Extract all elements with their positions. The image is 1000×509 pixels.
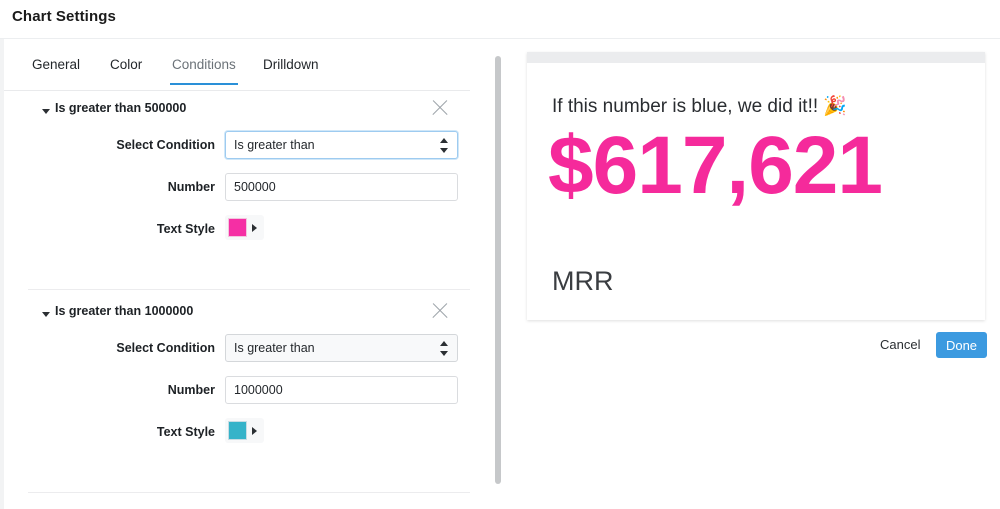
number-label: Number bbox=[167, 383, 215, 397]
select-condition-dropdown[interactable]: Is greater than bbox=[225, 334, 458, 362]
kpi-value: $617,621 bbox=[548, 120, 883, 211]
number-input[interactable] bbox=[225, 376, 458, 404]
condition-block: Is greater than 500000 Select Condition … bbox=[4, 97, 470, 257]
done-button[interactable]: Done bbox=[936, 332, 987, 358]
chevron-updown-icon bbox=[440, 341, 449, 357]
chart-settings-dialog: Chart Settings General Color Conditions … bbox=[0, 0, 1000, 509]
number-input[interactable] bbox=[225, 173, 458, 201]
tab-color[interactable]: Color bbox=[108, 57, 144, 83]
preview-card-titlebar bbox=[527, 52, 985, 63]
divider bbox=[28, 289, 470, 290]
text-style-row: Text Style bbox=[4, 215, 470, 257]
dialog-header: Chart Settings bbox=[0, 0, 1000, 39]
text-style-row: Text Style bbox=[4, 418, 470, 460]
select-condition-value: Is greater than bbox=[234, 341, 315, 355]
tab-general[interactable]: General bbox=[30, 57, 82, 83]
select-condition-dropdown[interactable]: Is greater than bbox=[225, 131, 458, 159]
chart-preview-card: If this number is blue, we did it!! 🎉 $6… bbox=[527, 52, 985, 320]
chevron-right-icon bbox=[252, 427, 257, 435]
tab-conditions[interactable]: Conditions bbox=[170, 57, 238, 85]
text-style-label: Text Style bbox=[156, 222, 215, 236]
chevron-down-icon[interactable] bbox=[42, 312, 50, 317]
text-style-color-picker[interactable] bbox=[225, 215, 264, 240]
color-swatch bbox=[228, 421, 247, 440]
select-condition-row: Select Condition Is greater than bbox=[4, 131, 470, 173]
settings-tabs: General Color Conditions Drilldown bbox=[4, 57, 470, 91]
cancel-button[interactable]: Cancel bbox=[880, 337, 920, 352]
chevron-updown-icon bbox=[440, 138, 449, 154]
select-condition-row: Select Condition Is greater than bbox=[4, 334, 470, 376]
close-icon[interactable] bbox=[429, 97, 451, 119]
condition-block: Is greater than 1000000 Select Condition… bbox=[4, 300, 470, 460]
preview-card-body: If this number is blue, we did it!! 🎉 $6… bbox=[527, 63, 985, 320]
select-condition-label: Select Condition bbox=[116, 138, 215, 152]
select-condition-value: Is greater than bbox=[234, 138, 315, 152]
settings-panel: General Color Conditions Drilldown Is gr… bbox=[4, 39, 491, 509]
divider bbox=[28, 492, 470, 493]
close-icon[interactable] bbox=[429, 300, 451, 322]
settings-scrollbar-thumb[interactable] bbox=[495, 56, 501, 484]
chevron-down-icon[interactable] bbox=[42, 109, 50, 114]
condition-header[interactable]: Is greater than 500000 bbox=[4, 97, 470, 131]
text-style-label: Text Style bbox=[156, 425, 215, 439]
color-swatch bbox=[228, 218, 247, 237]
kpi-label: MRR bbox=[552, 266, 614, 296]
condition-title[interactable]: Is greater than 1000000 bbox=[55, 304, 193, 318]
condition-header[interactable]: Is greater than 1000000 bbox=[4, 300, 470, 334]
select-condition-label: Select Condition bbox=[116, 341, 215, 355]
chevron-right-icon bbox=[252, 224, 257, 232]
condition-title[interactable]: Is greater than 500000 bbox=[55, 101, 186, 115]
number-row: Number bbox=[4, 173, 470, 215]
page-title: Chart Settings bbox=[12, 8, 116, 25]
text-style-color-picker[interactable] bbox=[225, 418, 264, 443]
number-row: Number bbox=[4, 376, 470, 418]
kpi-title: If this number is blue, we did it!! 🎉 bbox=[552, 96, 848, 117]
number-label: Number bbox=[167, 180, 215, 194]
tab-drilldown[interactable]: Drilldown bbox=[261, 57, 321, 83]
